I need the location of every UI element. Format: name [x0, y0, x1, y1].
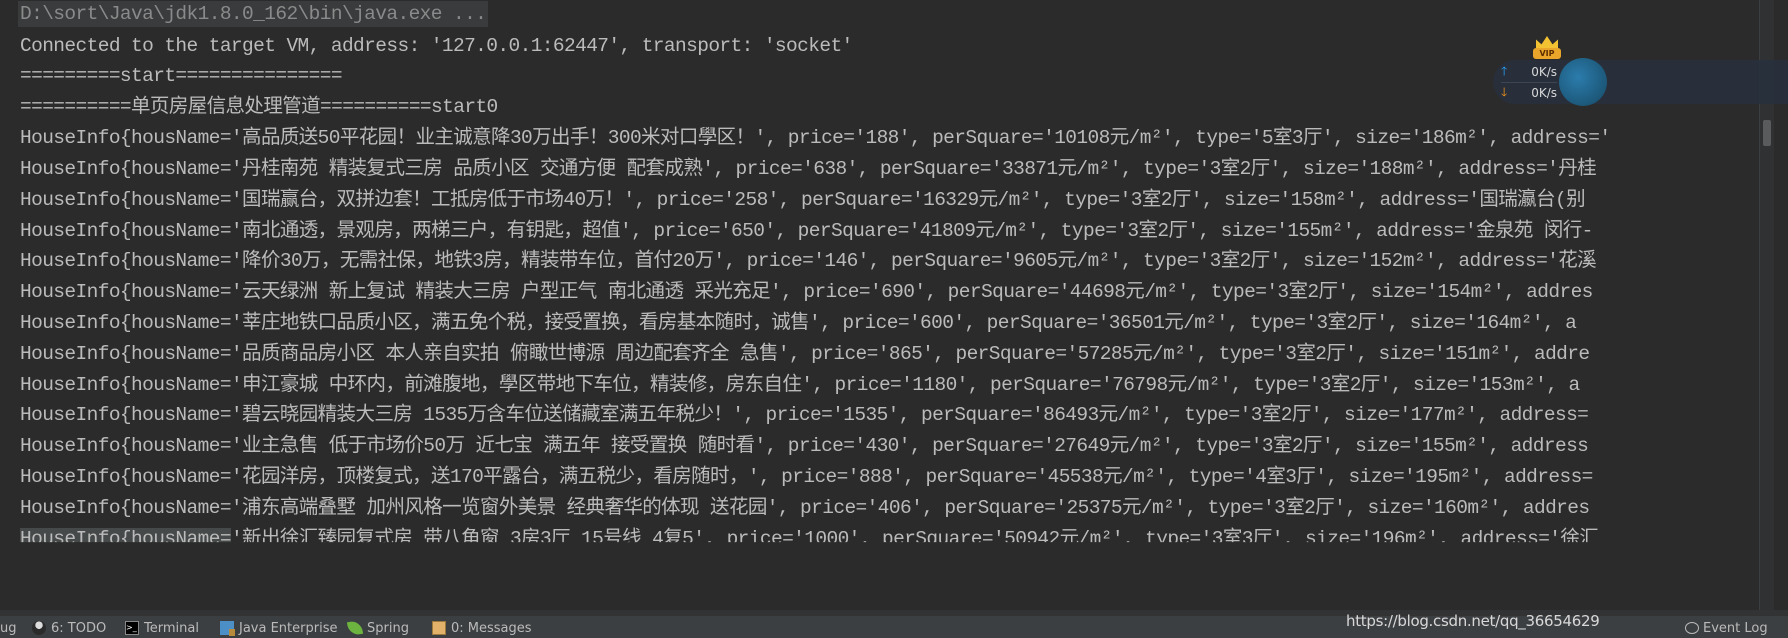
house-info-line-partial: HouseInfo{housName='新出徐汇臻园复式房 带八角窗 3房3厅 … [20, 526, 1599, 550]
house-info-line: HouseInfo{housName='碧云晓园精装大三房 1535万含车位送储… [20, 404, 1589, 426]
command-line: D:\sort\Java\jdk1.8.0_162\bin\java.exe .… [18, 1, 489, 27]
tool-todo[interactable]: 6: TODO [32, 619, 106, 637]
csdn-watermark: https://blog.csdn.net/qq_36654629 [1346, 612, 1600, 630]
tool-terminal[interactable]: >_ Terminal [125, 619, 199, 637]
event-log-icon [1685, 622, 1699, 634]
java-enterprise-icon [220, 621, 235, 636]
tool-todo-label: 6: TODO [51, 620, 107, 636]
console-line-start: =========start=============== [20, 65, 343, 87]
console-line-connected: Connected to the target VM, address: '12… [20, 35, 853, 57]
house-info-line: HouseInfo{housName='花园洋房，顶楼复式，送170平露台，满五… [20, 466, 1593, 488]
tool-event-log[interactable]: Event Log [1685, 619, 1768, 637]
vip-label: VIP [1533, 48, 1561, 59]
console-line-pipeline: ==========单页房屋信息处理管道==========start0 [20, 96, 498, 118]
download-arrow-icon: 🡓 [1501, 84, 1508, 99]
download-speed-row: 🡓 0K/s [1501, 82, 1557, 103]
tool-spring[interactable]: Spring [346, 619, 409, 637]
house-info-line: HouseInfo{housName='申江豪城 中环内，前滩腹地，學区带地下车… [20, 374, 1580, 396]
vip-crown-icon[interactable]: VIP [1533, 36, 1561, 60]
upload-arrow-icon: 🡑 [1501, 63, 1508, 78]
selected-text-highlight: HouseInfo{housName= [20, 528, 232, 550]
partial-line-rest: '新出徐汇臻园复式房 带八角窗 3房3厅 15号线 4复5', price='1… [230, 528, 1599, 550]
tool-debug-label: ug [0, 620, 17, 636]
accelerator-ball-icon[interactable] [1559, 58, 1607, 106]
tool-spring-label: Spring [367, 620, 409, 636]
spring-leaf-icon [346, 619, 364, 637]
house-info-line: HouseInfo{housName='品质商品房小区 本人亲自实拍 俯瞰世博源… [20, 343, 1590, 365]
tool-terminal-label: Terminal [144, 620, 199, 636]
scrollbar-thumb[interactable] [1763, 120, 1771, 146]
tool-java-enterprise[interactable]: Java Enterprise [220, 619, 337, 637]
tool-debug-cut[interactable]: ug [0, 619, 17, 637]
house-info-line: HouseInfo{housName='业主急售 低于市场价50万 近七宝 满五… [20, 435, 1589, 457]
tool-java-enterprise-label: Java Enterprise [239, 620, 338, 636]
house-info-line: HouseInfo{housName='高品质送50平花园！业主诚意降30万出手… [20, 127, 1611, 149]
network-speed-widget[interactable]: 🡑 0K/s 🡓 0K/s [1493, 58, 1788, 106]
house-info-line: HouseInfo{housName='降价30万，无需社保，地铁3房，精装带车… [20, 250, 1597, 272]
house-info-line: HouseInfo{housName='莘庄地铁口品质小区，满五免个税，接受置换… [20, 312, 1577, 334]
tool-event-log-label: Event Log [1703, 620, 1768, 636]
tool-messages-label: 0: Messages [451, 620, 532, 636]
house-info-line: HouseInfo{housName='国瑞赢台，双拼边套！工抵房低于市场40万… [20, 189, 1586, 211]
messages-icon [432, 621, 446, 635]
house-info-line: HouseInfo{housName='浦东高端叠墅 加州风格一览窗外美景 经典… [20, 497, 1590, 519]
download-speed-value: 0K/s [1531, 86, 1557, 100]
tool-messages[interactable]: 0: Messages [432, 619, 532, 637]
upload-speed-row: 🡑 0K/s [1501, 62, 1557, 82]
upload-speed-value: 0K/s [1531, 65, 1557, 79]
terminal-icon: >_ [125, 621, 139, 635]
house-info-line: HouseInfo{housName='丹桂南苑 精装复式三房 品质小区 交通方… [20, 158, 1597, 180]
house-info-line: HouseInfo{housName='云天绿洲 新上复试 精装大三房 户型正气… [20, 281, 1593, 303]
house-info-line: HouseInfo{housName='南北通透，景观房，两梯三户，有钥匙，超值… [20, 220, 1593, 242]
todo-icon [32, 621, 46, 635]
